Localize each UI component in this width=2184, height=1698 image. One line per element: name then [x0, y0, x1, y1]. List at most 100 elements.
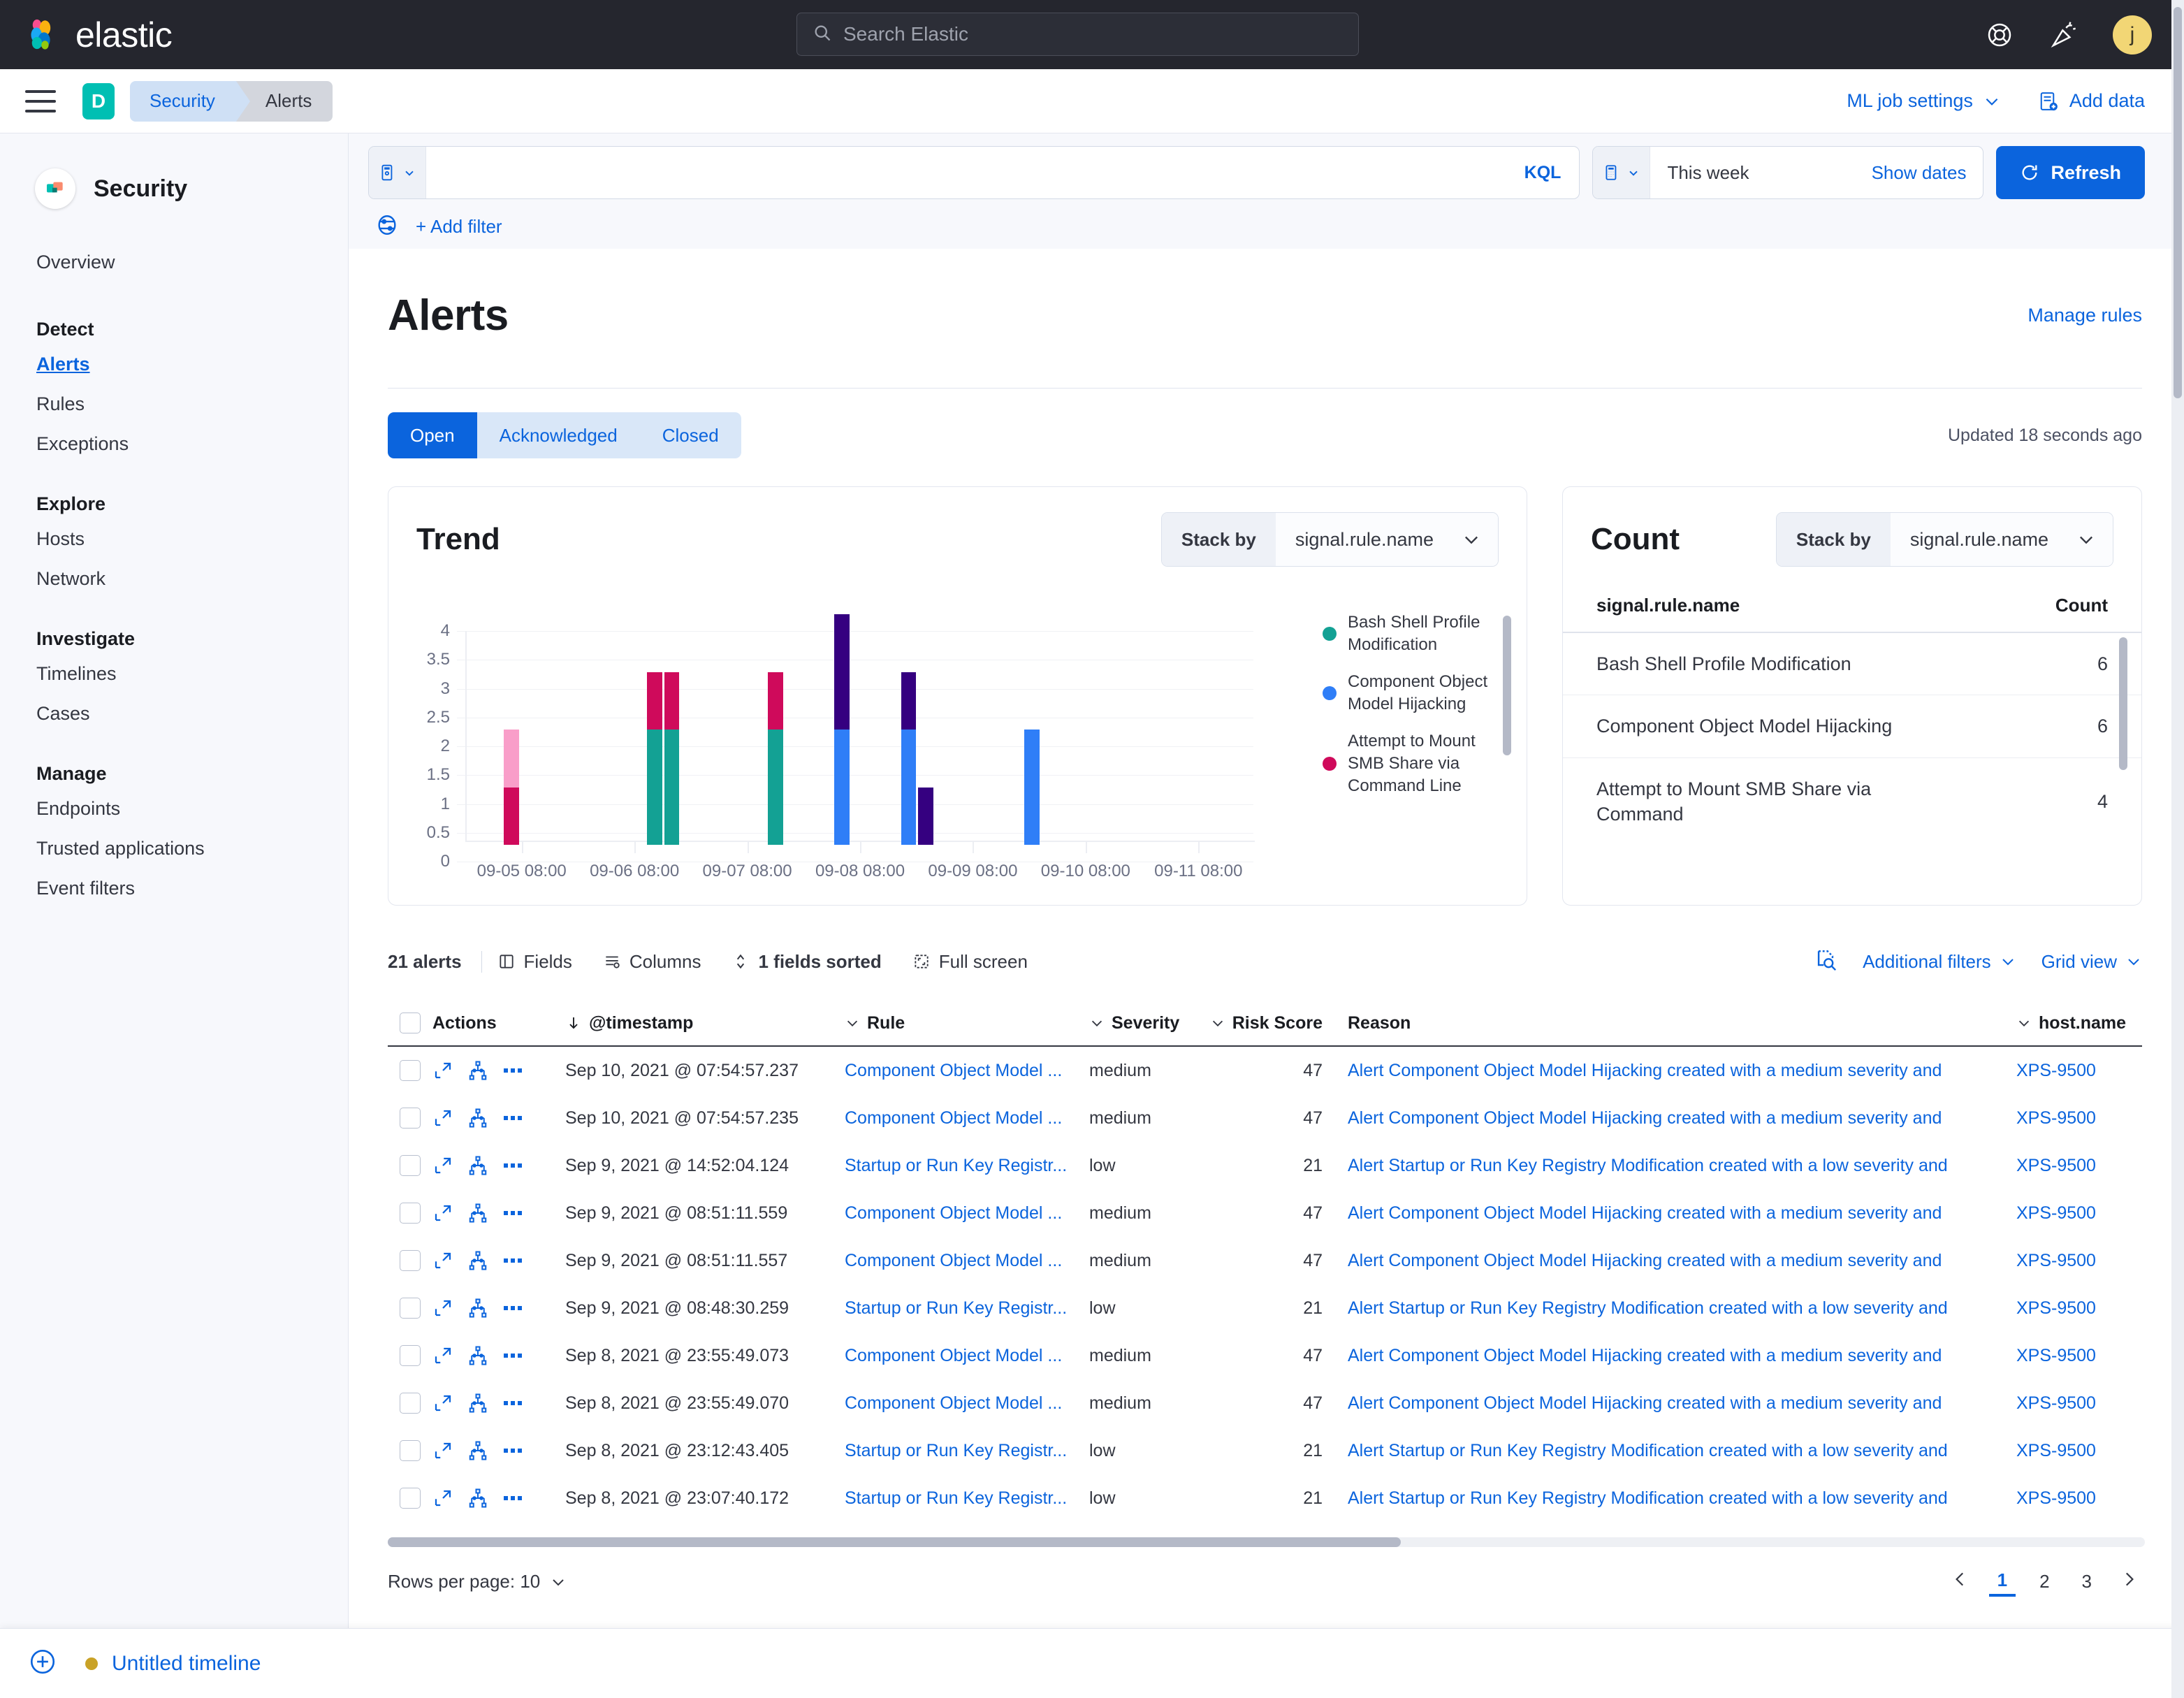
- grid-view-button[interactable]: Grid view: [2041, 951, 2142, 973]
- row-checkbox[interactable]: [388, 1250, 432, 1271]
- more-actions-icon[interactable]: [502, 1444, 523, 1457]
- legend-item[interactable]: Component Object Model Hijacking: [1323, 671, 1511, 716]
- date-quick-select-button[interactable]: [1593, 147, 1651, 198]
- more-actions-icon[interactable]: [502, 1397, 523, 1409]
- megaphone-icon[interactable]: [2048, 20, 2079, 50]
- investigate-in-timeline-icon[interactable]: [432, 1298, 453, 1319]
- row-actions[interactable]: [432, 1250, 523, 1271]
- cell-reason[interactable]: Alert Startup or Run Key Registry Modifi…: [1348, 1156, 2016, 1176]
- row-checkbox[interactable]: [388, 1108, 432, 1129]
- sidebar-item-timelines[interactable]: Timelines: [36, 654, 348, 694]
- col-risk-score[interactable]: Risk Score: [1208, 1013, 1348, 1033]
- col-reason[interactable]: Reason: [1348, 1013, 2016, 1033]
- chart-bar-segment[interactable]: [901, 672, 917, 730]
- trend-stack-by[interactable]: Stack by signal.rule.name: [1160, 512, 1499, 567]
- manage-rules-link[interactable]: Manage rules: [2028, 305, 2142, 326]
- untitled-timeline-button[interactable]: Untitled timeline: [85, 1652, 261, 1676]
- chart-bar-segment[interactable]: [834, 730, 850, 845]
- investigate-in-timeline-icon[interactable]: [432, 1108, 453, 1129]
- table-row[interactable]: Sep 8, 2021 @ 23:55:49.073 Component Obje…: [388, 1332, 2142, 1379]
- show-dates-button[interactable]: Show dates: [1855, 162, 1983, 184]
- col-rule[interactable]: Rule: [845, 1013, 1089, 1033]
- chart-bar[interactable]: [504, 730, 519, 845]
- chart-bar-segment[interactable]: [901, 730, 917, 845]
- select-all-checkbox[interactable]: [388, 1013, 432, 1033]
- col-timestamp[interactable]: @timestamp: [565, 1013, 845, 1033]
- analyze-event-icon[interactable]: [467, 1060, 488, 1081]
- row-checkbox[interactable]: [388, 1298, 432, 1319]
- page-scrollbar[interactable]: [2171, 0, 2184, 1698]
- global-search[interactable]: [796, 13, 1359, 56]
- table-row[interactable]: Sep 8, 2021 @ 23:07:40.172 Startup or Run…: [388, 1474, 2142, 1522]
- cell-host-name[interactable]: XPS-9500: [2016, 1156, 2142, 1176]
- cell-reason[interactable]: Alert Component Object Model Hijacking c…: [1348, 1393, 2016, 1414]
- cell-reason[interactable]: Alert Component Object Model Hijacking c…: [1348, 1346, 2016, 1366]
- col-severity[interactable]: Severity: [1089, 1013, 1208, 1033]
- cell-host-name[interactable]: XPS-9500: [2016, 1488, 2142, 1509]
- row-actions[interactable]: [432, 1488, 523, 1509]
- sidebar-item-cases[interactable]: Cases: [36, 694, 348, 734]
- cell-reason[interactable]: Alert Component Object Model Hijacking c…: [1348, 1251, 2016, 1271]
- cell-rule[interactable]: Component Object Model ...: [845, 1061, 1089, 1081]
- legend-scrollbar[interactable]: [1503, 616, 1511, 755]
- chart-bar[interactable]: [901, 672, 917, 845]
- avatar[interactable]: j: [2113, 15, 2152, 55]
- analyze-event-icon[interactable]: [467, 1155, 488, 1176]
- row-actions[interactable]: [432, 1393, 523, 1414]
- table-row[interactable]: Sep 8, 2021 @ 23:55:49.070 Component Obje…: [388, 1379, 2142, 1427]
- cell-reason[interactable]: Alert Component Object Model Hijacking c…: [1348, 1108, 2016, 1129]
- cell-rule[interactable]: Startup or Run Key Registr...: [845, 1488, 1089, 1509]
- chart-bar-segment[interactable]: [646, 672, 662, 730]
- deployment-badge[interactable]: D: [82, 82, 115, 119]
- row-checkbox[interactable]: [388, 1345, 432, 1366]
- saved-query-button[interactable]: [369, 147, 426, 198]
- row-actions[interactable]: [432, 1108, 523, 1129]
- sidebar-item-network[interactable]: Network: [36, 559, 348, 599]
- sidebar-item-overview[interactable]: Overview: [36, 242, 348, 282]
- row-actions[interactable]: [432, 1155, 523, 1176]
- investigate-in-timeline-icon[interactable]: [432, 1440, 453, 1461]
- more-actions-icon[interactable]: [502, 1302, 523, 1314]
- sidebar-item-alerts[interactable]: Alerts: [36, 344, 348, 384]
- chart-bar[interactable]: [918, 787, 934, 845]
- kql-query-field[interactable]: KQL: [368, 146, 1580, 199]
- analyze-event-icon[interactable]: [467, 1108, 488, 1129]
- cell-rule[interactable]: Component Object Model ...: [845, 1203, 1089, 1224]
- cell-reason[interactable]: Alert Startup or Run Key Registry Modifi…: [1348, 1298, 2016, 1319]
- prev-page-button[interactable]: [1947, 1570, 1974, 1593]
- tab-open[interactable]: Open: [388, 412, 477, 458]
- row-actions[interactable]: [432, 1440, 523, 1461]
- more-actions-icon[interactable]: [502, 1349, 523, 1362]
- chart-bar-segment[interactable]: [646, 730, 662, 845]
- cell-rule[interactable]: Component Object Model ...: [845, 1346, 1089, 1366]
- kql-language-label[interactable]: KQL: [1506, 163, 1580, 183]
- sidebar-item-rules[interactable]: Rules: [36, 384, 348, 424]
- lifebuoy-icon[interactable]: [1984, 20, 2015, 50]
- add-data-button[interactable]: Add data: [2039, 90, 2145, 112]
- chart-bar-segment[interactable]: [1024, 730, 1040, 845]
- cell-host-name[interactable]: XPS-9500: [2016, 1061, 2142, 1081]
- page-button-2[interactable]: 2: [2031, 1568, 2058, 1595]
- date-range-value[interactable]: This week: [1650, 162, 1854, 184]
- chart-bar-segment[interactable]: [767, 672, 783, 730]
- more-actions-icon[interactable]: [502, 1207, 523, 1219]
- table-row[interactable]: Sep 9, 2021 @ 08:48:30.259 Startup or Run…: [388, 1284, 2142, 1332]
- sidebar-item-trusted-applications[interactable]: Trusted applications: [36, 829, 348, 869]
- row-checkbox[interactable]: [388, 1155, 432, 1176]
- chart-bar-segment[interactable]: [504, 787, 519, 845]
- analyze-event-icon[interactable]: [467, 1298, 488, 1319]
- investigate-in-timeline-icon[interactable]: [432, 1203, 453, 1224]
- chart-bar[interactable]: [767, 672, 783, 845]
- cell-host-name[interactable]: XPS-9500: [2016, 1393, 2142, 1414]
- cell-host-name[interactable]: XPS-9500: [2016, 1298, 2142, 1319]
- chart-bar[interactable]: [1024, 730, 1040, 845]
- count-stack-by-select[interactable]: signal.rule.name: [1890, 513, 2113, 566]
- trend-stack-by-select[interactable]: signal.rule.name: [1275, 513, 1498, 566]
- row-checkbox[interactable]: [388, 1060, 432, 1081]
- row-actions[interactable]: [432, 1060, 523, 1081]
- kql-input[interactable]: [426, 162, 1506, 183]
- more-actions-icon[interactable]: [502, 1112, 523, 1124]
- search-input[interactable]: [843, 23, 1343, 45]
- chart-bar[interactable]: [834, 614, 850, 845]
- sidebar-item-endpoints[interactable]: Endpoints: [36, 789, 348, 829]
